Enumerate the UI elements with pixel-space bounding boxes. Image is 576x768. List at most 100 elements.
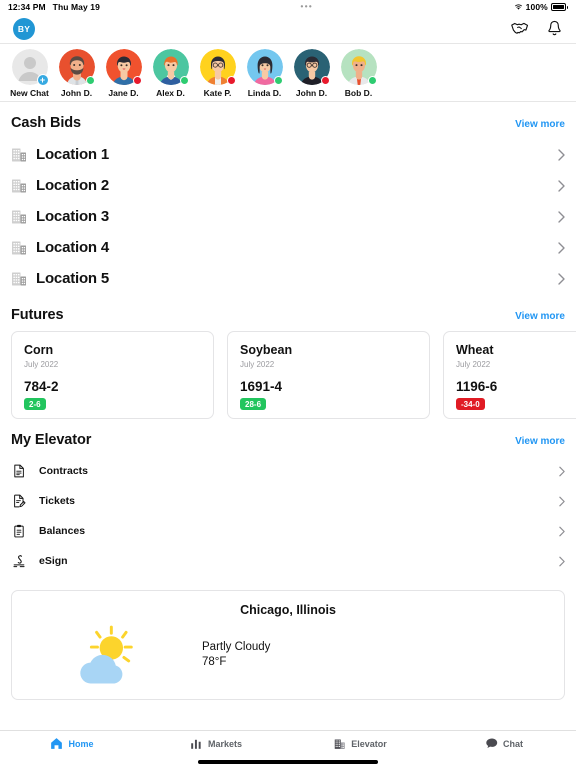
chat-item-linda-d[interactable]: Linda D. xyxy=(241,49,288,98)
user-avatar[interactable]: BY xyxy=(13,17,35,40)
chat-avatar-strip[interactable]: + New Chat John D. Jane D. Alex D. Kate … xyxy=(0,44,576,102)
signature-icon xyxy=(11,553,27,569)
futures-change-badge: -34-0 xyxy=(456,398,485,410)
status-dots: ••• xyxy=(300,2,314,11)
tab-home[interactable]: Home xyxy=(0,737,144,750)
battery-full-icon xyxy=(550,3,568,11)
my-elevator-view-more[interactable]: View more xyxy=(515,436,565,447)
cash-bid-location-row[interactable]: Location 3 xyxy=(0,201,576,232)
chat-item-label: Kate P. xyxy=(203,88,232,98)
futures-title: Futures xyxy=(11,307,64,323)
status-dot-online xyxy=(273,76,283,85)
bell-icon[interactable] xyxy=(545,20,563,38)
chevron-right-icon[interactable] xyxy=(558,210,565,223)
status-dot-busy xyxy=(132,76,142,85)
home-icon xyxy=(50,737,63,750)
futures-commodity-name: Wheat xyxy=(456,343,494,357)
chat-item-label: John D. xyxy=(295,88,328,98)
cash-bid-location-row[interactable]: Location 4 xyxy=(0,232,576,263)
chat-item-john-d-1[interactable]: John D. xyxy=(53,49,100,98)
document-icon xyxy=(11,463,27,479)
chat-item-new-chat[interactable]: + New Chat xyxy=(6,49,53,98)
chevron-right-icon[interactable] xyxy=(558,179,565,192)
building-icon xyxy=(11,239,28,256)
chevron-right-icon[interactable] xyxy=(559,526,565,537)
futures-card-soybean[interactable]: Soybean July 2022 1691-4 28-6 xyxy=(227,331,430,419)
futures-card-wheat[interactable]: Wheat July 2022 1196-6 -34-0 xyxy=(443,331,576,419)
avatar-wrap xyxy=(152,49,189,85)
chat-item-bob-d[interactable]: Bob D. xyxy=(335,49,382,98)
chat-item-label: Alex D. xyxy=(156,88,185,98)
status-time: 12:34 PM xyxy=(8,2,46,12)
ios-status-bar: 12:34 PM Thu May 19 ••• 100% xyxy=(0,0,576,14)
elevator-item-label: Balances xyxy=(39,525,86,537)
futures-card-scroller[interactable]: Corn July 2022 784-2 2-6 Soybean July 20… xyxy=(0,331,576,419)
document-edit-icon xyxy=(11,493,27,509)
cash-bids-view-more[interactable]: View more xyxy=(515,119,565,130)
tab-label: Home xyxy=(68,738,94,749)
chat-item-label: Linda D. xyxy=(247,88,282,98)
futures-card-corn[interactable]: Corn July 2022 784-2 2-6 xyxy=(11,331,214,419)
chevron-right-icon[interactable] xyxy=(559,496,565,507)
chat-item-label: Jane D. xyxy=(108,88,139,98)
cash-bid-location-row[interactable]: Location 5 xyxy=(0,263,576,294)
building-icon xyxy=(11,208,28,225)
avatar-wrap: + xyxy=(11,49,49,86)
weather-body: Partly Cloudy 78°F xyxy=(12,621,564,687)
elevator-item-label: eSign xyxy=(39,555,68,567)
clipboard-icon xyxy=(11,523,27,539)
elevator-item-contracts[interactable]: Contracts xyxy=(0,456,576,486)
elevator-item-balances[interactable]: Balances xyxy=(0,516,576,546)
weather-city: Chicago, Illinois xyxy=(240,603,336,617)
handshake-icon[interactable] xyxy=(511,20,529,38)
bar-chart-icon xyxy=(190,737,203,750)
chat-item-kate-p[interactable]: Kate P. xyxy=(194,49,241,98)
weather-section: Chicago, Illinois Partly Cloudy 78°F xyxy=(0,576,576,700)
weather-condition: Partly Cloudy xyxy=(202,640,271,653)
chat-item-alex-d[interactable]: Alex D. xyxy=(147,49,194,98)
cash-bid-location-row[interactable]: Location 2 xyxy=(0,170,576,201)
cash-bid-location-row[interactable]: Location 1 xyxy=(0,139,576,170)
main-content: Cash Bids View more Location 1 Location … xyxy=(0,102,576,730)
chat-item-john-d-2[interactable]: John D. xyxy=(288,49,335,98)
futures-price: 784-2 xyxy=(24,379,59,394)
futures-price: 1691-4 xyxy=(240,379,283,394)
elevator-item-tickets[interactable]: Tickets xyxy=(0,486,576,516)
futures-change-badge: 28-6 xyxy=(240,398,267,410)
futures-contract-month: July 2022 xyxy=(240,360,275,369)
chevron-right-icon[interactable] xyxy=(559,466,565,477)
status-dot-online xyxy=(367,76,377,85)
chevron-right-icon[interactable] xyxy=(558,272,565,285)
futures-view-more[interactable]: View more xyxy=(515,311,565,322)
app-screen: 12:34 PM Thu May 19 ••• 100% BY + New Ch… xyxy=(0,0,576,768)
tab-elevator[interactable]: Elevator xyxy=(288,737,432,750)
elevator-item-esign[interactable]: eSign xyxy=(0,546,576,576)
location-label: Location 5 xyxy=(36,270,110,287)
location-label: Location 2 xyxy=(36,177,110,194)
tab-chat[interactable]: Chat xyxy=(432,737,576,750)
chevron-right-icon[interactable] xyxy=(558,241,565,254)
tab-label: Markets xyxy=(207,738,243,749)
elevator-item-label: Contracts xyxy=(39,465,89,477)
building-icon xyxy=(11,177,28,194)
avatar-wrap xyxy=(199,49,236,85)
tab-markets[interactable]: Markets xyxy=(144,737,288,750)
chevron-right-icon[interactable] xyxy=(558,148,565,161)
status-dot-online xyxy=(85,76,95,85)
chat-item-label: Bob D. xyxy=(344,88,373,98)
weather-details: Partly Cloudy 78°F xyxy=(202,641,270,668)
chat-item-jane-d[interactable]: Jane D. xyxy=(100,49,147,98)
partly-cloudy-icon xyxy=(12,621,202,687)
location-label: Location 4 xyxy=(36,239,110,256)
chevron-right-icon[interactable] xyxy=(559,556,565,567)
futures-contract-month: July 2022 xyxy=(24,360,59,369)
status-bar-right: 100% xyxy=(514,2,568,12)
location-label: Location 3 xyxy=(36,208,110,225)
my-elevator-title: My Elevator xyxy=(11,432,92,448)
futures-price: 1196-6 xyxy=(456,379,498,394)
weather-card[interactable]: Chicago, Illinois Partly Cloudy 78°F xyxy=(11,590,565,700)
tab-label: Elevator xyxy=(351,738,387,749)
status-bar-center: ••• xyxy=(100,3,514,11)
add-chat-plus-icon[interactable]: + xyxy=(36,74,49,86)
building-icon xyxy=(11,146,28,163)
